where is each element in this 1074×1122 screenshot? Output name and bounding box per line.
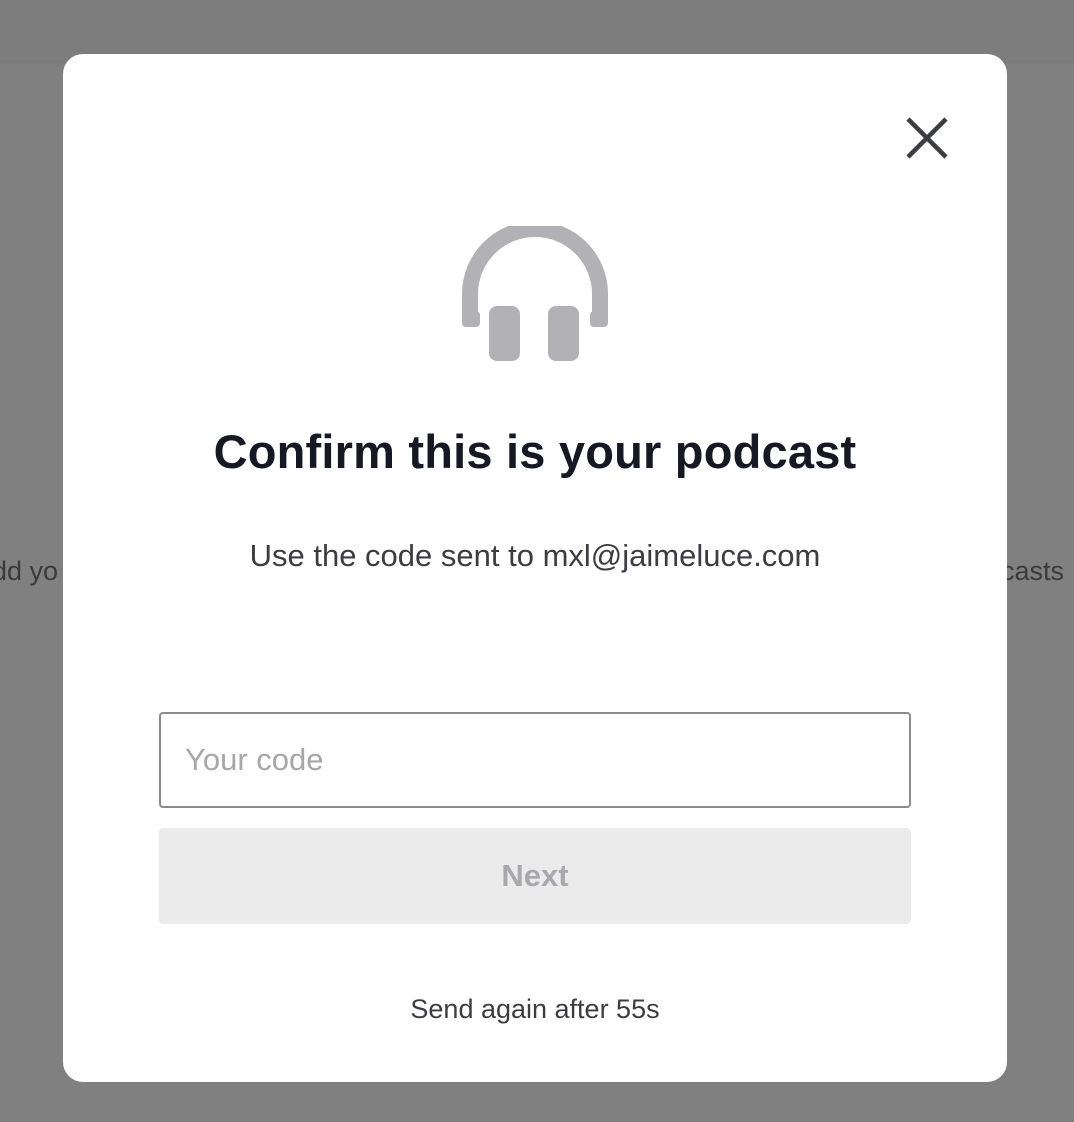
close-button[interactable] [901,112,953,164]
dialog-title: Confirm this is your podcast [213,425,857,478]
dialog-subtitle: Use the code sent to mxl@jaimeluce.com [249,538,821,573]
next-button[interactable]: Next [159,828,911,924]
resend-countdown: Send again after 55s [410,994,660,1024]
confirm-podcast-dialog: Confirm this is your podcast Use the cod… [63,54,1007,1082]
background-text-left: dd yo [0,556,59,586]
close-icon [906,117,948,159]
code-input[interactable] [159,712,911,808]
headphones-icon [462,221,608,366]
